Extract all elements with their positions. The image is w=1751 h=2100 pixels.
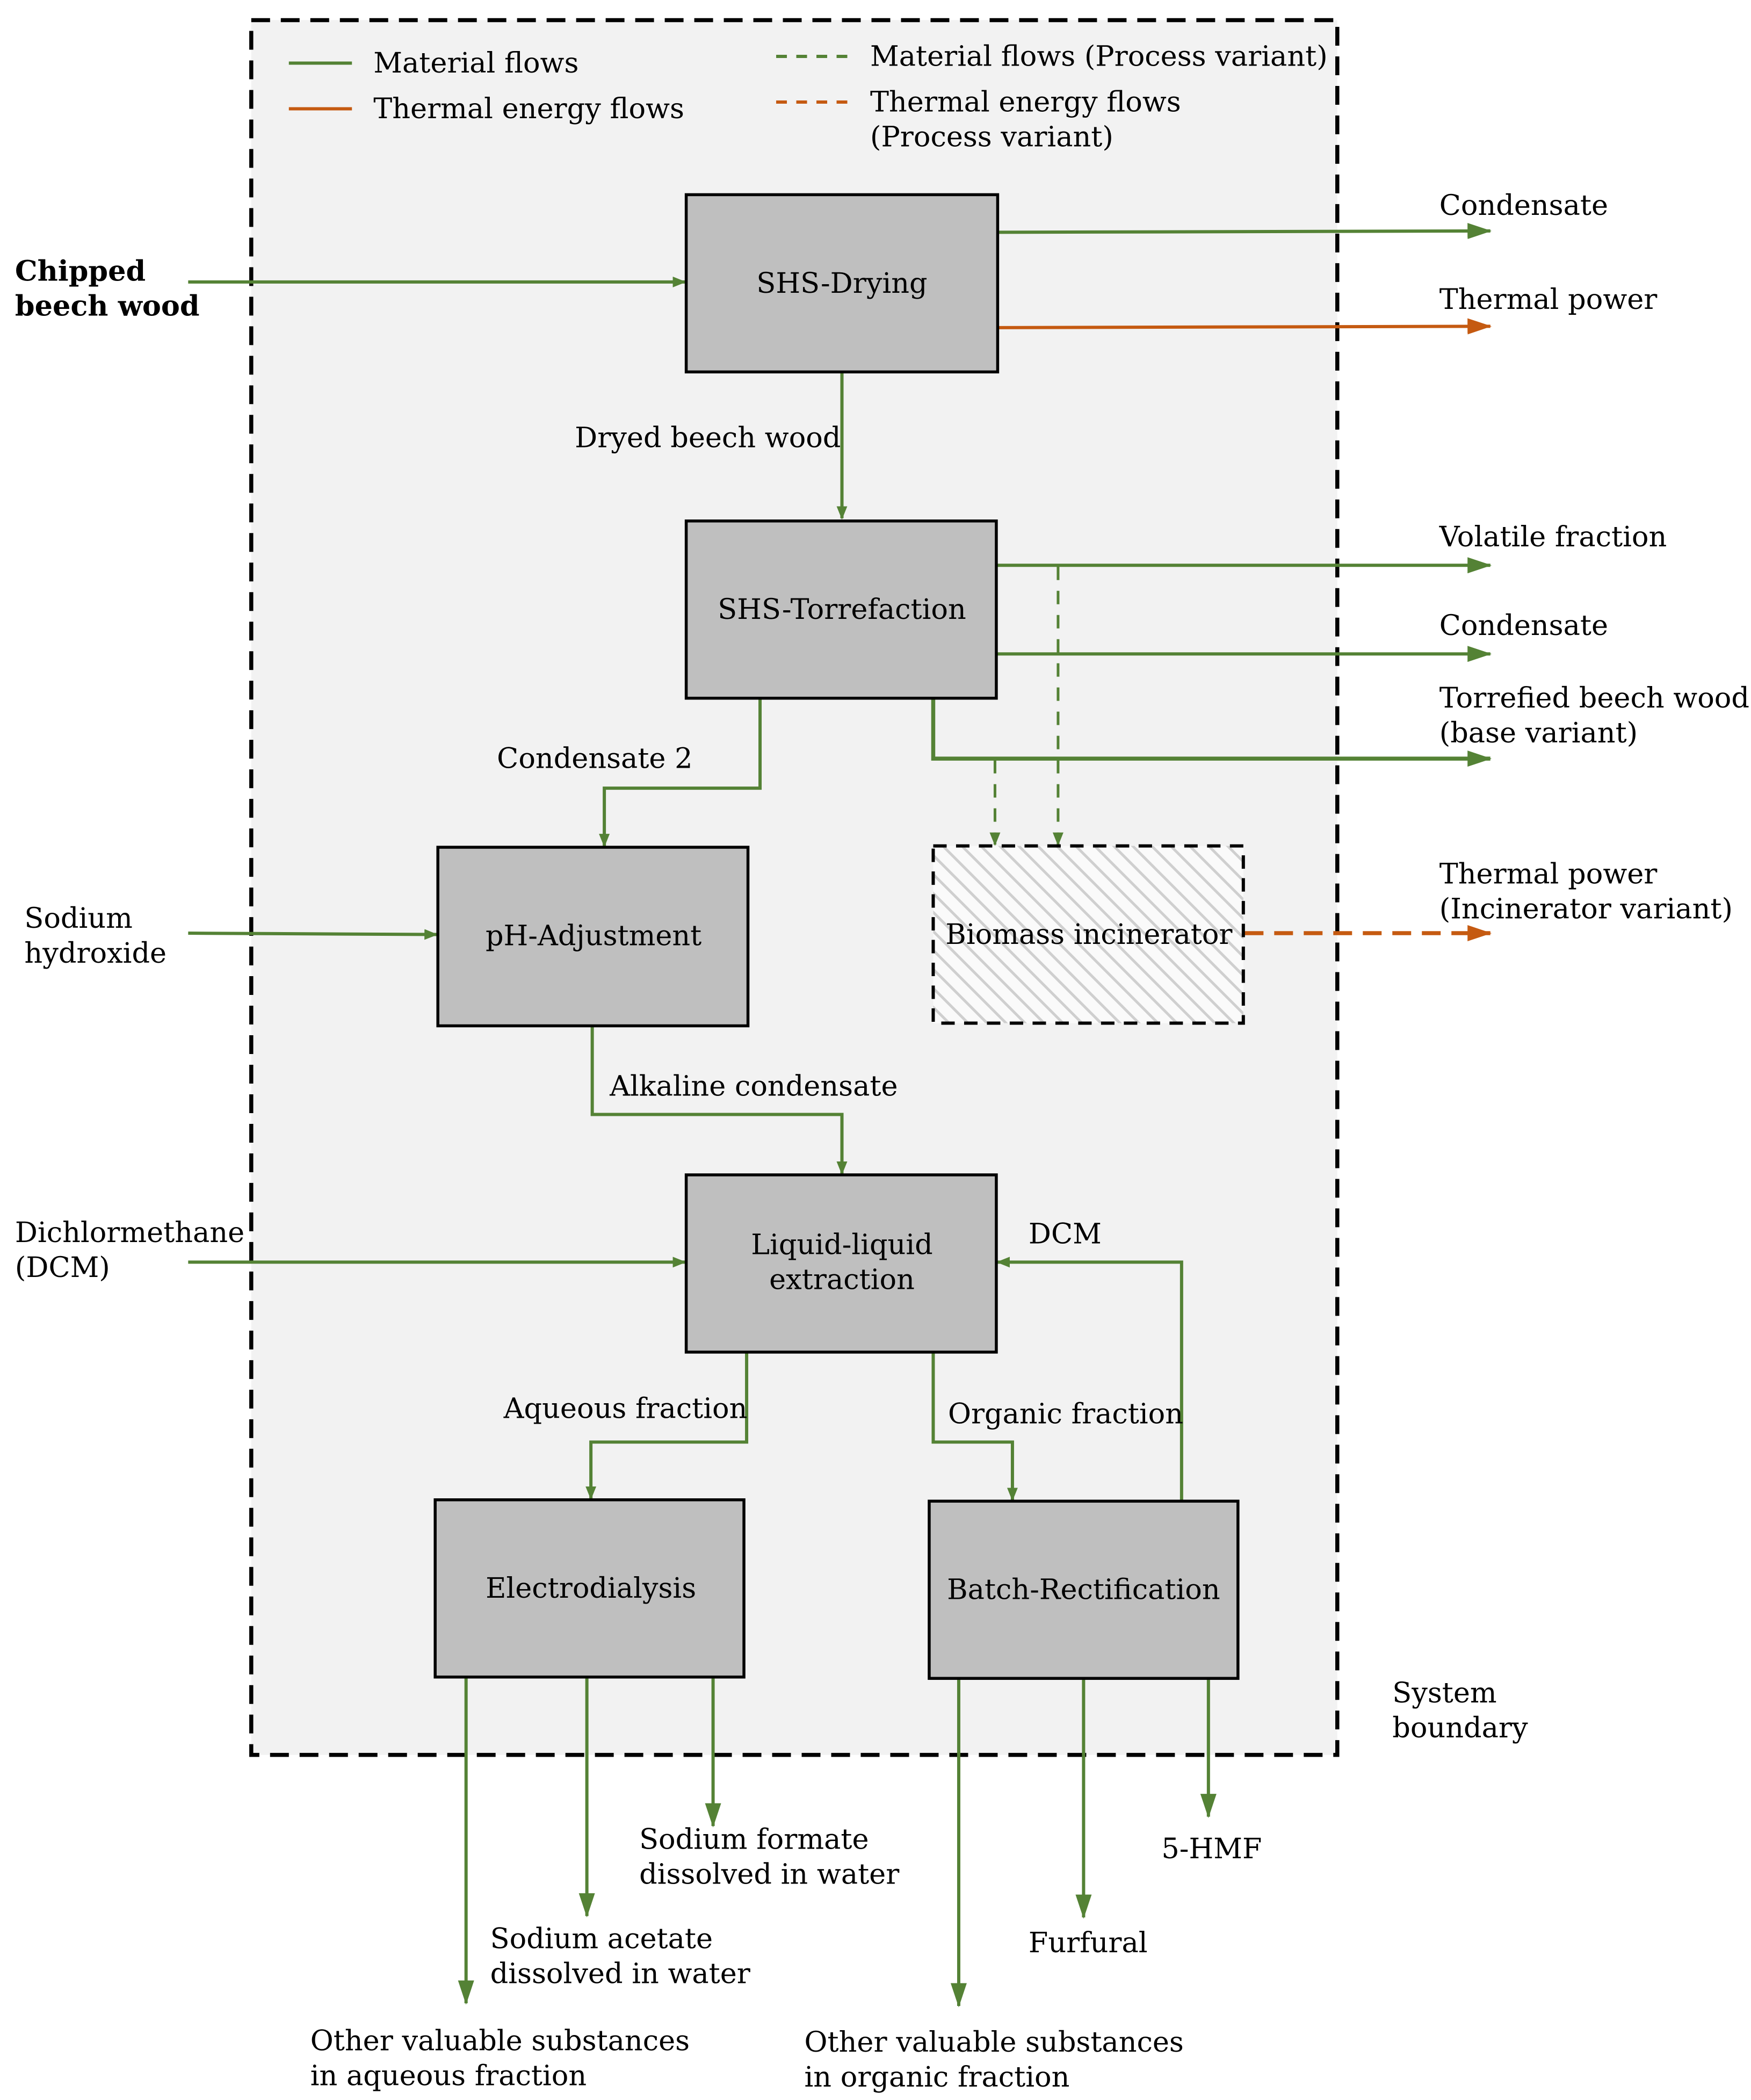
output-acetate-1: Sodium acetate (490, 1923, 713, 1955)
process-incinerator[interactable]: Biomass incinerator (931, 844, 1245, 1025)
flow-drying-thermal (997, 318, 1492, 335)
process-rectification[interactable]: Batch-Rectification (928, 1499, 1240, 1680)
process-lle-label-1: Liquid-liquid (751, 1228, 932, 1261)
legend-label-thermal-variant-1: Thermal energy flows (870, 85, 1181, 118)
process-drying-label: SHS-Drying (756, 267, 927, 300)
process-torrefaction-label: SHS-Torrefaction (718, 593, 966, 626)
process-electrodialysis[interactable]: Electrodialysis (433, 1498, 746, 1679)
output-drying-thermal: Thermal power (1439, 283, 1658, 316)
label-dcm-recycle: DCM (1029, 1217, 1102, 1250)
output-torrefied-1: Torrefied beech wood (1439, 682, 1749, 715)
label-condensate2: Condensate 2 (497, 742, 692, 775)
output-hmf: 5-HMF (1161, 1832, 1262, 1865)
output-acetate-2: dissolved in water (490, 1958, 751, 1990)
process-rectification-label: Batch-Rectification (947, 1574, 1220, 1606)
input-naoh-label-1: Sodium (24, 902, 132, 935)
process-lle[interactable]: Liquid-liquid extraction (684, 1173, 998, 1354)
system-boundary-label-1: System (1392, 1677, 1496, 1709)
label-organic: Organic fraction (948, 1397, 1183, 1430)
output-torrefied-2: (base variant) (1439, 717, 1638, 749)
output-formate-1: Sodium formate (639, 1823, 869, 1856)
legend-label-thermal: Thermal energy flows (373, 92, 684, 125)
process-flow-diagram: Material flows Thermal energy flows Mate… (15, 18, 1749, 2094)
label-dried-wood: Dryed beech wood (575, 421, 841, 454)
input-naoh-label-2: hydroxide (24, 937, 167, 970)
flow-naoh-input (188, 929, 438, 940)
process-ph-label: pH-Adjustment (486, 920, 701, 952)
output-other-organic-1: Other valuable substances (805, 2026, 1184, 2059)
output-volatile: Volatile fraction (1439, 521, 1667, 553)
input-dcm-label-1: Dichlormethane (15, 1216, 244, 1249)
label-alkaline: Alkaline condensate (609, 1070, 898, 1102)
output-drying-condensate: Condensate (1439, 189, 1608, 222)
process-electrodialysis-label: Electrodialysis (486, 1572, 696, 1605)
legend-label-material: Material flows (373, 47, 578, 80)
process-torrefaction[interactable]: SHS-Torrefaction (684, 519, 998, 700)
output-incinerator-power-1: Thermal power (1439, 858, 1658, 891)
output-other-aqueous-1: Other valuable substances (310, 2025, 690, 2058)
process-ph-adjustment[interactable]: pH-Adjustment (436, 846, 750, 1028)
output-incinerator-power-2: (Incinerator variant) (1439, 893, 1733, 926)
input-dcm-label-2: (DCM) (15, 1251, 110, 1284)
system-boundary-label-2: boundary (1392, 1712, 1528, 1744)
input-wood-label-1: Chipped (15, 255, 146, 287)
process-drying[interactable]: SHS-Drying (684, 193, 1000, 374)
output-formate-2: dissolved in water (639, 1858, 900, 1891)
input-wood-label-2: beech wood (15, 290, 200, 322)
output-other-aqueous-2: in aqueous fraction (310, 2060, 587, 2092)
flow-drying-condensate (997, 223, 1492, 240)
legend-label-material-variant: Material flows (Process variant) (870, 40, 1328, 73)
legend-label-thermal-variant-2: (Process variant) (870, 120, 1113, 153)
output-other-organic-2: in organic fraction (805, 2061, 1070, 2094)
output-torr-condensate: Condensate (1439, 609, 1608, 642)
label-aqueous: Aqueous fraction (503, 1392, 748, 1425)
process-lle-label-2: extraction (769, 1263, 915, 1296)
process-incinerator-label: Biomass incinerator (945, 918, 1233, 951)
output-furfural: Furfural (1029, 1926, 1148, 1959)
